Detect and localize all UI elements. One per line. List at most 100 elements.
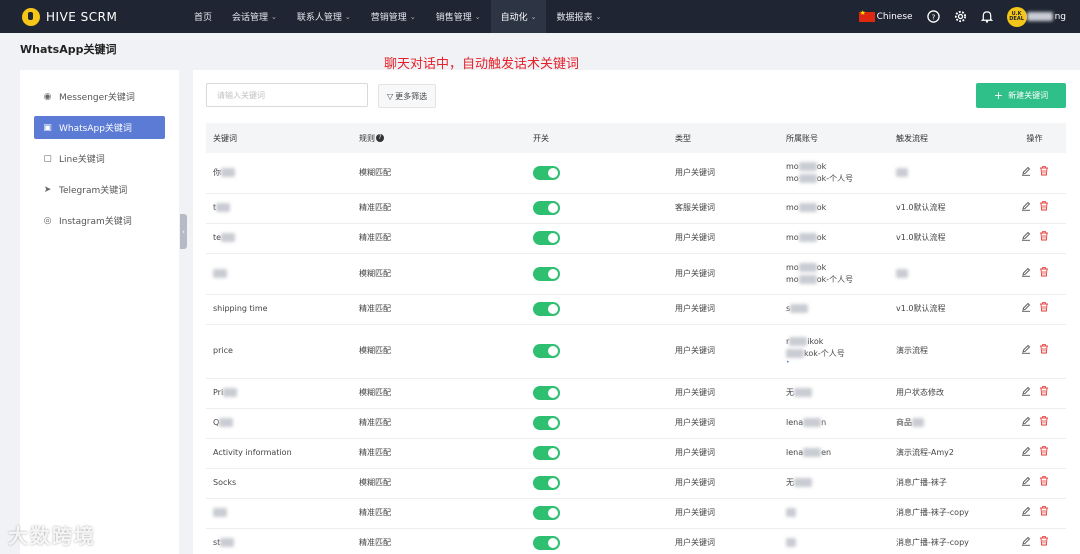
sidebar-item-3[interactable]: ➤ Telegram关键词 bbox=[34, 178, 165, 201]
edit-icon[interactable] bbox=[1021, 267, 1031, 281]
account-line: mo ok-个人号 bbox=[786, 173, 889, 185]
enable-toggle[interactable] bbox=[533, 231, 560, 245]
trash-icon[interactable] bbox=[1039, 386, 1049, 400]
enable-toggle[interactable] bbox=[533, 506, 560, 520]
redacted-text bbox=[786, 349, 804, 358]
sidebar-item-0[interactable]: ◉ Messenger关键词 bbox=[34, 85, 165, 108]
row-actions bbox=[1021, 416, 1049, 430]
chevron-down-icon: ⌄ bbox=[344, 12, 351, 21]
cell-account bbox=[779, 528, 889, 554]
new-keyword-button[interactable]: + 新建关键词 bbox=[976, 83, 1066, 108]
nav-item-1[interactable]: 会话管理 ⌄ bbox=[222, 0, 287, 33]
enable-toggle[interactable] bbox=[533, 165, 560, 180]
edit-icon[interactable] bbox=[1021, 201, 1031, 215]
cell-flow bbox=[889, 253, 1003, 295]
nav-item-2[interactable]: 联系人管理 ⌄ bbox=[287, 0, 361, 33]
cell-flow: 演示流程-Amy2 bbox=[889, 438, 1003, 469]
row-actions bbox=[1021, 476, 1049, 490]
trash-icon[interactable] bbox=[1039, 165, 1049, 180]
enable-toggle[interactable] bbox=[533, 344, 560, 358]
trash-icon[interactable] bbox=[1039, 476, 1049, 490]
flow-text: 消息广播-袜子-copy bbox=[896, 508, 969, 517]
help-icon[interactable]: ? bbox=[926, 10, 940, 23]
redacted-text bbox=[789, 337, 808, 346]
col-keyword: 关键词 bbox=[206, 123, 352, 153]
edit-icon[interactable] bbox=[1021, 231, 1031, 245]
nav-item-3[interactable]: 营销管理 ⌄ bbox=[361, 0, 426, 33]
enable-toggle[interactable] bbox=[533, 302, 560, 316]
keyword-search-input[interactable] bbox=[206, 83, 368, 107]
cell-flow: 消息广播-袜子-copy bbox=[889, 498, 1003, 529]
redacted-text bbox=[912, 418, 924, 427]
cell-account: mo ok mo ok-个人号 bbox=[779, 153, 889, 194]
cell-flow: 消息广播-袜子-copy bbox=[889, 528, 1003, 554]
trash-icon[interactable] bbox=[1039, 416, 1049, 430]
trash-icon[interactable] bbox=[1039, 536, 1049, 550]
keyword-text: Socks bbox=[213, 478, 237, 487]
top-right-tools: Chinese ? U.K DEAL ng bbox=[858, 0, 1080, 33]
gear-icon[interactable] bbox=[954, 10, 967, 23]
nav-item-5[interactable]: 自动化 ⌄ bbox=[490, 0, 547, 33]
enable-toggle[interactable] bbox=[533, 201, 560, 215]
enable-toggle[interactable] bbox=[533, 476, 560, 490]
redacted-text bbox=[790, 304, 809, 313]
cell-type: 客服关键词 bbox=[668, 193, 779, 224]
edit-icon[interactable] bbox=[1021, 506, 1031, 520]
trash-icon[interactable] bbox=[1039, 231, 1049, 245]
language-switch[interactable]: Chinese bbox=[858, 9, 913, 22]
edit-icon[interactable] bbox=[1021, 446, 1031, 460]
table-row: 精准匹配 用户关键词 消息广播-袜子-copy bbox=[206, 498, 1066, 529]
trash-icon[interactable] bbox=[1039, 446, 1049, 460]
redacted-text bbox=[786, 538, 796, 547]
app-logo[interactable]: HIVE SCRM bbox=[22, 7, 172, 26]
redacted-text bbox=[798, 161, 817, 171]
app-name: HIVE SCRM bbox=[46, 9, 118, 24]
cell-rule: 精准匹配 bbox=[352, 193, 526, 224]
enable-toggle[interactable] bbox=[533, 446, 560, 460]
more-filter-button[interactable]: ▽ 更多筛选 bbox=[378, 84, 437, 108]
edit-icon[interactable] bbox=[1021, 536, 1031, 550]
cell-type: 用户关键词 bbox=[668, 223, 779, 254]
enable-toggle[interactable] bbox=[533, 536, 560, 550]
edit-icon[interactable] bbox=[1021, 344, 1031, 358]
edit-icon[interactable] bbox=[1021, 386, 1031, 400]
edit-icon[interactable] bbox=[1021, 302, 1031, 316]
sidebar-item-label: Messenger关键词 bbox=[59, 93, 135, 103]
nav-item-6[interactable]: 数据报表 ⌄ bbox=[546, 0, 611, 33]
trash-icon[interactable] bbox=[1039, 302, 1049, 316]
enable-toggle[interactable] bbox=[533, 266, 560, 281]
account-line: mo ok bbox=[786, 262, 889, 274]
edit-icon[interactable] bbox=[1021, 476, 1031, 490]
table-row: Pri 模糊匹配 用户关键词无 用户状态修改 bbox=[206, 378, 1066, 409]
cell-switch bbox=[526, 528, 668, 554]
username-label[interactable]: ng bbox=[1055, 12, 1066, 22]
trash-icon[interactable] bbox=[1039, 201, 1049, 215]
cell-ops bbox=[1003, 468, 1066, 499]
enable-toggle[interactable] bbox=[533, 386, 560, 400]
sidebar-item-1[interactable]: ▣ WhatsApp关键词 bbox=[34, 116, 165, 139]
trash-icon[interactable] bbox=[1039, 344, 1049, 358]
cell-type: 用户关键词 bbox=[668, 468, 779, 499]
chevron-down-icon: ⌄ bbox=[474, 12, 481, 21]
edit-icon[interactable] bbox=[1021, 416, 1031, 430]
sidebar-item-4[interactable]: ◎ Instagram关键词 bbox=[34, 209, 165, 232]
help-icon[interactable]: ? bbox=[376, 134, 384, 142]
enable-toggle[interactable] bbox=[533, 416, 560, 430]
nav-item-4[interactable]: 销售管理 ⌄ bbox=[426, 0, 491, 33]
cell-flow: 商品 bbox=[889, 408, 1003, 439]
account-suffix: ok-个人号 bbox=[816, 173, 854, 183]
flow-text: 商品 bbox=[896, 418, 912, 427]
bell-icon[interactable] bbox=[980, 10, 993, 23]
trash-icon[interactable] bbox=[1039, 266, 1049, 281]
avatar[interactable]: U.K DEAL bbox=[1006, 6, 1027, 27]
flow-text: 用户状态修改 bbox=[896, 388, 944, 397]
row-actions bbox=[1021, 201, 1049, 215]
sidebar-item-2[interactable]: ▢ Line关键词 bbox=[34, 147, 165, 170]
table-row: te 精准匹配 用户关键词 mo ok v1.0默认流程 bbox=[206, 223, 1066, 254]
edit-icon[interactable] bbox=[1021, 166, 1031, 180]
trash-icon[interactable] bbox=[1039, 506, 1049, 520]
nav-item-0[interactable]: 首页 bbox=[184, 0, 222, 33]
table-row: Activity information 精准匹配 用户关键词 lena en 演示流程-… bbox=[206, 438, 1066, 469]
account-line: 无 bbox=[786, 387, 889, 399]
collapse-sidebar-handle[interactable]: ‹ bbox=[180, 214, 187, 249]
